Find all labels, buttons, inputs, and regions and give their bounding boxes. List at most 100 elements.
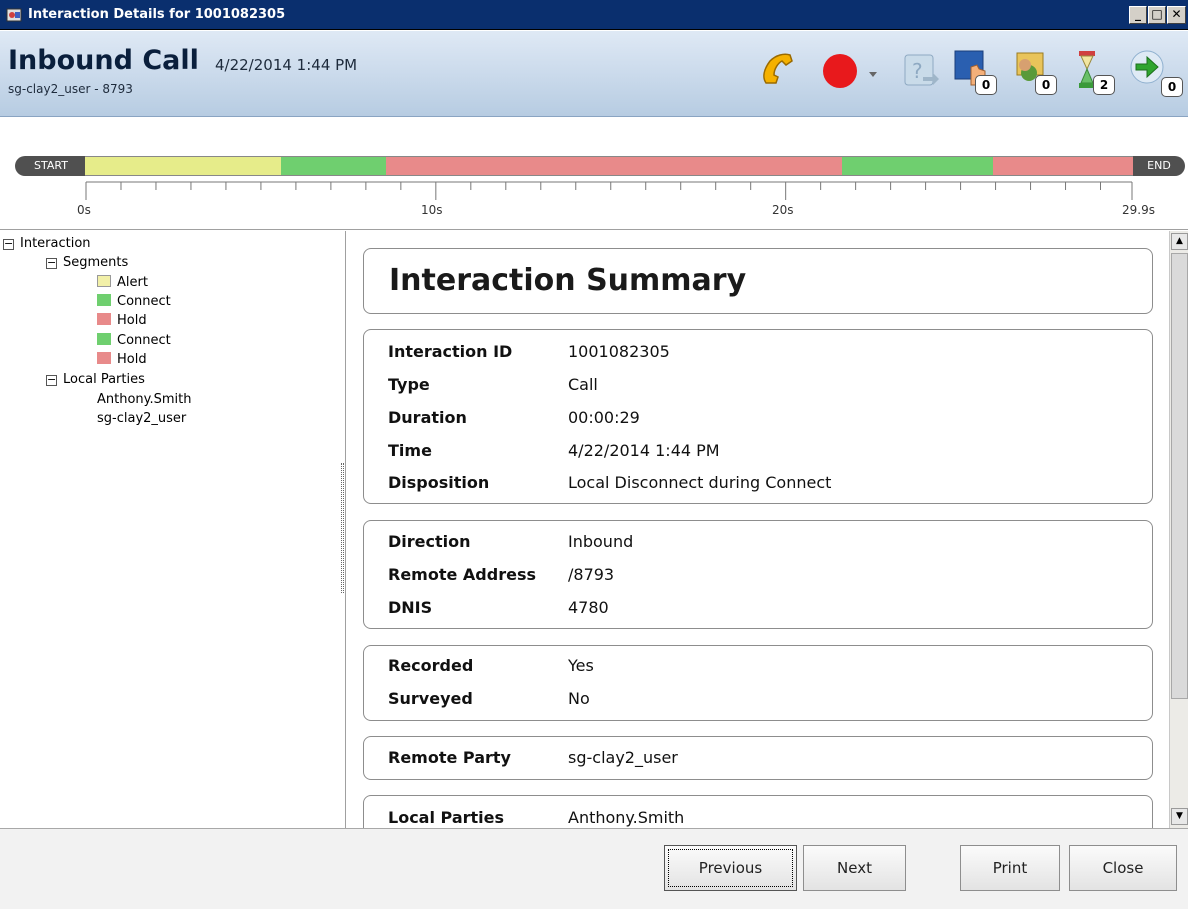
field-value: 1001082305	[568, 342, 670, 361]
timeline-segment-connect[interactable]	[281, 156, 387, 176]
timeline-segment-connect[interactable]	[842, 156, 993, 176]
field-value: sg-clay2_user	[568, 748, 678, 767]
hold-swatch	[97, 313, 111, 325]
field-remote-address: Remote Address/8793	[388, 562, 614, 588]
field-label: Surveyed	[388, 689, 473, 708]
field-value: /8793	[568, 565, 615, 584]
collapse-icon[interactable]: −	[3, 238, 14, 250]
connect-swatch	[97, 333, 111, 345]
vertical-scrollbar[interactable]: ▲ ▼	[1169, 231, 1188, 828]
minimize-button[interactable]: _	[1129, 6, 1147, 24]
tree-segment-hold[interactable]: Hold	[97, 312, 147, 330]
title-bar: Interaction Details for 1001082305 _ □ ✕	[0, 0, 1188, 30]
interaction-tree: − Interaction − Segments Alert Connect Hol…	[0, 231, 346, 828]
timeline-segment-hold[interactable]	[992, 156, 1133, 176]
next-button[interactable]: Next	[803, 845, 906, 891]
transfer-count-badge: 0	[1161, 77, 1183, 97]
field-disposition: Disposition Local Disconnect during Conne…	[388, 470, 831, 496]
close-button[interactable]: Close	[1069, 845, 1177, 891]
tree-segment-hold[interactable]: Hold	[97, 351, 147, 369]
dropdown-icon[interactable]	[866, 47, 880, 93]
screen-count-badge: 0	[975, 75, 997, 95]
timeline-segment-hold[interactable]	[386, 156, 843, 176]
tree-segment-label: Connect	[117, 333, 171, 348]
field-label: Remote Address	[388, 565, 536, 584]
tree-label-interaction: Interaction	[20, 236, 91, 251]
record-icon[interactable]	[818, 47, 864, 93]
tree-node-local-parties[interactable]: − Local Parties	[46, 371, 145, 389]
call-subtitle: sg-clay2_user - 8793	[8, 82, 133, 96]
field-label: Remote Party	[388, 748, 511, 767]
field-value: Call	[568, 375, 598, 394]
timeline-axis	[85, 181, 1133, 200]
tree-segment-connect[interactable]: Connect	[97, 332, 171, 350]
collapse-icon[interactable]: −	[46, 374, 57, 386]
tree-segment-label: Connect	[117, 294, 171, 309]
transfer-icon[interactable]: ?	[897, 47, 943, 93]
details-card-recording: Recorded Yes Surveyed No	[363, 645, 1153, 721]
summary-title-card: Interaction Summary	[363, 248, 1153, 314]
tree-node-interaction[interactable]: − Interaction	[3, 235, 91, 253]
tree-segment-label: Hold	[117, 352, 147, 367]
timeline-bar[interactable]: START END	[15, 156, 1185, 176]
tree-party[interactable]: Anthony.Smith	[97, 391, 192, 409]
field-label: Type	[388, 375, 430, 394]
axis-label-20s: 20s	[772, 203, 794, 217]
axis-label-end: 29.9s	[1122, 203, 1155, 217]
tree-segment-alert[interactable]: Alert	[97, 274, 148, 292]
field-value: No	[568, 689, 590, 708]
field-label: Time	[388, 441, 432, 460]
tree-node-segments[interactable]: − Segments	[46, 254, 128, 272]
close-window-button[interactable]: ✕	[1167, 6, 1186, 24]
survey-count-badge: 0	[1035, 75, 1057, 95]
field-label: Local Parties	[388, 808, 505, 827]
hourglass-icon[interactable]: 2	[1069, 47, 1115, 95]
field-remote-party: Remote Party sg-clay2_user	[388, 745, 678, 771]
axis-label-0s: 0s	[77, 203, 91, 217]
timeline-segment-alert[interactable]	[85, 156, 282, 176]
call-datetime: 4/22/2014 1:44 PM	[215, 56, 358, 74]
tree-segment-label: Hold	[117, 313, 147, 328]
field-label: DNIS	[388, 598, 433, 617]
button-bar: Previous Next Print Close	[0, 828, 1188, 909]
field-direction: Direction Inbound	[388, 529, 633, 555]
tree-party[interactable]: sg-clay2_user	[97, 410, 186, 428]
timeline-start-cap: START	[15, 156, 87, 176]
collapse-icon[interactable]: −	[46, 257, 57, 269]
field-value: 4/22/2014 1:44 PM	[568, 441, 720, 460]
survey-icon[interactable]: 0	[1009, 47, 1057, 95]
screen-icon[interactable]: 0	[949, 47, 997, 95]
phone-icon[interactable]	[756, 47, 802, 93]
details-card-remote-party: Remote Party sg-clay2_user	[363, 736, 1153, 780]
print-button[interactable]: Print	[960, 845, 1060, 891]
field-label: Direction	[388, 532, 471, 551]
field-type: Type Call	[388, 372, 598, 398]
scroll-down-button[interactable]: ▼	[1171, 808, 1188, 825]
field-recorded: Recorded Yes	[388, 653, 594, 679]
app-icon	[6, 8, 22, 22]
summary-panel: Interaction Summary Interaction ID 100108…	[347, 231, 1169, 828]
scroll-thumb[interactable]	[1171, 253, 1188, 699]
timeline-end-cap: END	[1133, 156, 1185, 176]
previous-button[interactable]: Previous	[664, 845, 797, 891]
field-dnis: DNIS 4780	[388, 595, 609, 621]
field-local-parties: Local Parties Anthony.Smith	[388, 805, 684, 828]
tree-segment-connect[interactable]: Connect	[97, 293, 171, 311]
field-value: 00:00:29	[568, 408, 640, 427]
connect-swatch	[97, 294, 111, 306]
details-card-general: Interaction ID 1001082305 Type Call Durati…	[363, 329, 1153, 504]
pane-splitter[interactable]	[341, 463, 344, 593]
field-value: Local Disconnect during Connect	[568, 473, 832, 492]
details-card-routing: Direction Inbound Remote Address/8793 DNI…	[363, 520, 1153, 629]
tree-segment-label: Alert	[117, 275, 148, 290]
field-label: Interaction ID	[388, 342, 513, 361]
field-time: Time 4/22/2014 1:44 PM	[388, 438, 720, 464]
scroll-up-button[interactable]: ▲	[1171, 233, 1188, 250]
maximize-button[interactable]: □	[1148, 6, 1166, 24]
interaction-header: Inbound Call 4/22/2014 1:44 PM sg-clay2_…	[0, 31, 1188, 117]
next-arrow-icon[interactable]: 0	[1127, 47, 1187, 97]
field-value: Inbound	[568, 532, 634, 551]
field-label: Duration	[388, 408, 467, 427]
queue-count-badge: 2	[1093, 75, 1115, 95]
timeline: START END 0s 10s 20s 29.9s	[0, 118, 1188, 230]
